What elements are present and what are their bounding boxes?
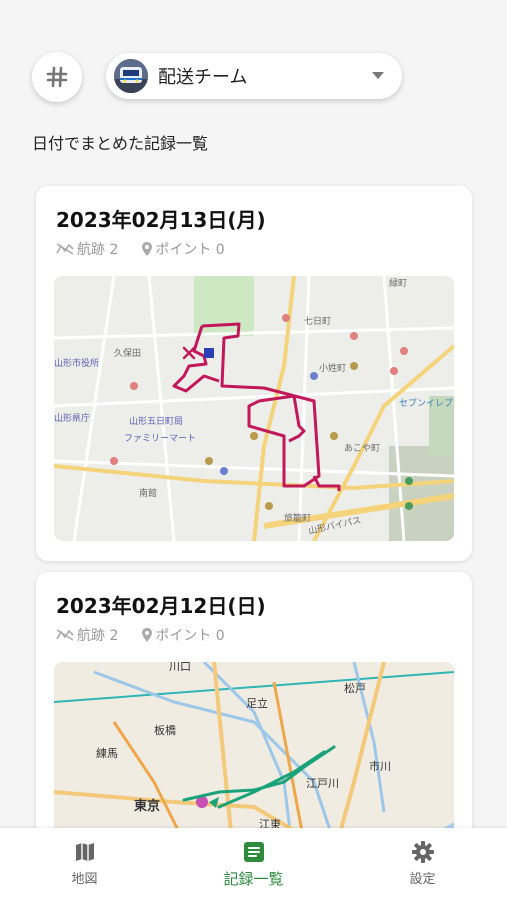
bottom-nav: 地図 記録一覧 設定 [0, 828, 507, 900]
nav-map-label: 地図 [71, 872, 98, 887]
record-meta: 航跡 2 ポイント 0 [56, 239, 249, 259]
map-label: あこや町 [344, 443, 380, 454]
track-count: 航跡 2 [56, 239, 118, 259]
point-count: ポイント 0 [142, 625, 225, 645]
nav-settings[interactable]: 設定 [338, 828, 507, 900]
nav-map[interactable]: 地図 [0, 828, 169, 900]
map-label: 東京 [134, 798, 160, 814]
map-label: 江戸川 [306, 777, 339, 790]
track-count: 航跡 2 [56, 625, 118, 645]
map-label: 山形五日町局 [129, 415, 183, 427]
map-label: 山形県庁 [54, 412, 90, 424]
caret-down-icon [372, 72, 384, 79]
map-label: セブンイレブン [399, 397, 454, 409]
section-title: 日付でまとめた記録一覧 [32, 134, 209, 153]
map-label: 川口 [169, 662, 191, 673]
map-label: 板橋 [154, 723, 176, 737]
team-name: 配送チーム [158, 67, 248, 88]
route-map[interactable]: 七日町 小姓町 山形五日町局 山形市役所 ファミリーマート 山形県庁 旅籠町 久… [54, 276, 454, 541]
nav-records[interactable]: 記録一覧 [169, 828, 338, 900]
track-count-label: 航跡 2 [77, 242, 119, 258]
team-selector[interactable]: 配送チーム [106, 53, 402, 99]
pin-icon [142, 628, 153, 642]
nav-records-label: 記録一覧 [223, 870, 284, 888]
map-label: 南館 [139, 487, 157, 499]
map-label: 小姓町 [319, 362, 346, 374]
point-count: ポイント 0 [142, 239, 225, 259]
map-icon [75, 843, 94, 861]
map-label: 松戸 [344, 681, 366, 695]
map-label: 市川 [369, 759, 391, 773]
hash-icon [46, 66, 68, 88]
hash-button[interactable] [32, 52, 82, 102]
point-count-label: ポイント 0 [155, 242, 225, 258]
record-meta: 航跡 2 ポイント 0 [56, 625, 249, 645]
nav-settings-label: 設定 [409, 872, 436, 887]
record-card[interactable]: 2023年02月13日(月) 航跡 2 ポイント 0 七日町 小姓町 山形五日町… [36, 186, 472, 561]
record-date: 2023年02月13日(月) [56, 208, 266, 232]
record-card[interactable]: 2023年02月12日(日) 航跡 2 ポイント 0 川口 足立 松戸 練馬 江… [36, 572, 472, 862]
top-bar: 配送チーム [32, 52, 475, 102]
pin-icon [142, 242, 153, 256]
map-label: ファミリーマート [124, 434, 196, 444]
map-label: 久保田 [114, 347, 141, 359]
list-icon [243, 842, 264, 862]
map-label: 山形市役所 [54, 357, 99, 369]
map-label: 足立 [246, 696, 268, 710]
point-count-label: ポイント 0 [155, 628, 225, 644]
track-count-label: 航跡 2 [77, 628, 119, 644]
record-date: 2023年02月12日(日) [56, 594, 266, 618]
map-label: 練馬 [96, 746, 118, 760]
track-icon [56, 243, 74, 255]
map-label: 七日町 [304, 316, 331, 327]
track-icon [56, 629, 74, 641]
map-label: 旅籠町 [284, 512, 311, 524]
train-avatar-icon [114, 59, 148, 93]
gear-icon [411, 841, 434, 863]
map-label: 緑町 [389, 277, 407, 289]
